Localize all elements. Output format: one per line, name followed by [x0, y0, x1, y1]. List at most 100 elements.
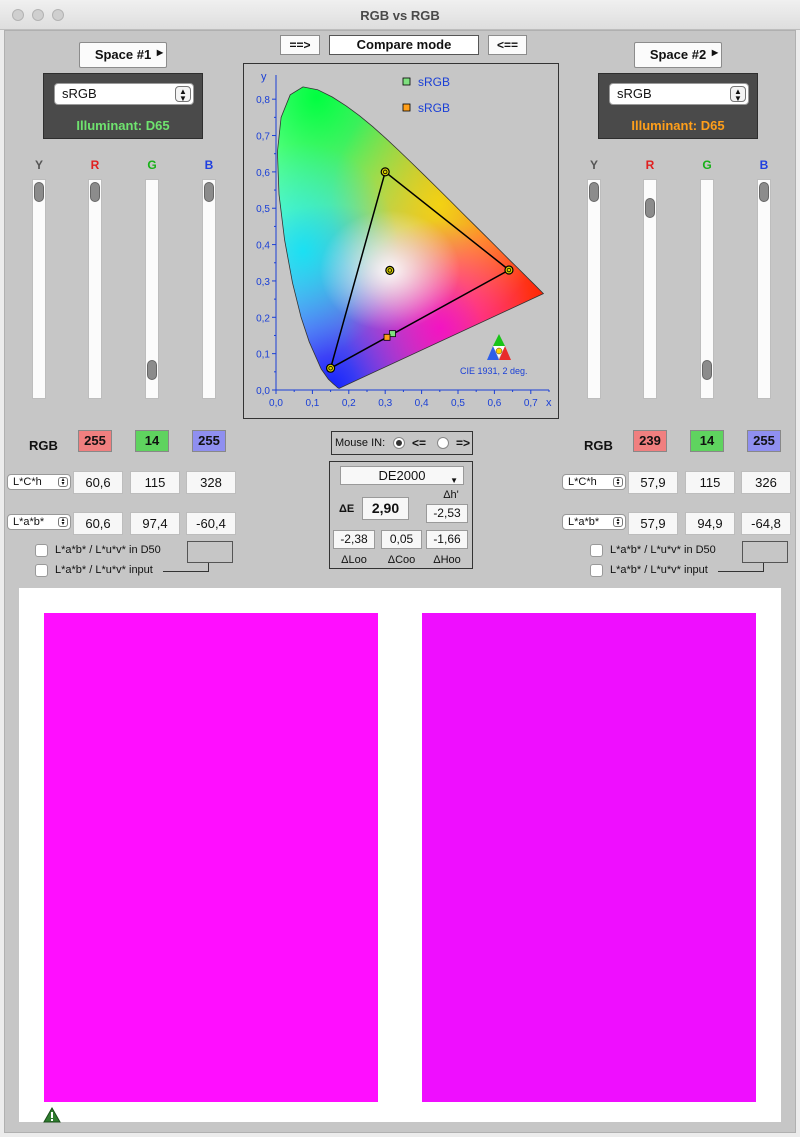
space2-slider-y[interactable]: [587, 179, 601, 399]
delta-l-label: ΔLoo: [341, 554, 367, 566]
x-tick-label: 0,1: [305, 398, 319, 409]
space2-input-box[interactable]: [742, 541, 788, 563]
slider-thumb[interactable]: [90, 182, 100, 202]
space1-lch-selector-value: L*C*h: [13, 476, 42, 488]
space1-slider-y[interactable]: [32, 179, 46, 399]
space2-slider-r[interactable]: [643, 179, 657, 399]
copy-right-button[interactable]: ==>: [280, 35, 320, 55]
warning-icon[interactable]: [43, 1107, 61, 1123]
space1-lab-selector[interactable]: L*a*b* ▴ ▾: [7, 514, 71, 530]
space2-slider-b[interactable]: [757, 179, 771, 399]
space1-lab-l[interactable]: 60,6: [73, 512, 123, 535]
x-tick-label: 0,0: [269, 398, 283, 409]
slider-thumb[interactable]: [589, 182, 599, 202]
delta-hoo-label: ΔHoo: [433, 554, 461, 566]
space1-r-value[interactable]: 255: [78, 430, 112, 452]
space2-profile-value: sRGB: [617, 86, 652, 101]
primary-point: [380, 167, 390, 177]
space1-input-box[interactable]: [187, 541, 233, 563]
space2-d50-label: L*a*b* / L*u*v* in D50: [610, 544, 716, 556]
space2-lab-b[interactable]: -64,8: [741, 512, 791, 535]
mouse-in-left-radio[interactable]: [393, 437, 405, 449]
space2-d50-checkbox[interactable]: [590, 544, 603, 557]
space1-lch-c[interactable]: 115: [130, 471, 180, 494]
space1-d50-checkbox[interactable]: [35, 544, 48, 557]
connector-line: [763, 563, 764, 572]
space1-profile-select[interactable]: sRGB ▲ ▼: [54, 83, 194, 105]
delta-l-value: -2,38: [333, 530, 375, 549]
delta-e-metric-select[interactable]: DE2000 ▼: [340, 466, 464, 485]
space2-lch-c[interactable]: 115: [685, 471, 735, 494]
space1-slider-g[interactable]: [145, 179, 159, 399]
space2-lab-selector[interactable]: L*a*b* ▴ ▾: [562, 514, 626, 530]
space2-input-label: L*a*b* / L*u*v* input: [610, 564, 708, 576]
chart-annotation: CIE 1931, 2 deg.: [460, 366, 528, 376]
space1-input-label: L*a*b* / L*u*v* input: [55, 564, 153, 576]
space2-lch-selector[interactable]: L*C*h ▴ ▾: [562, 474, 626, 490]
mouse-in-right-radio[interactable]: [437, 437, 449, 449]
delta-e-value: 2,90: [362, 497, 409, 520]
space1-lab-b[interactable]: -60,4: [186, 512, 236, 535]
spectral-locus-fill: [277, 86, 544, 389]
space2-lch-h[interactable]: 326: [741, 471, 791, 494]
space2-lch-l[interactable]: 57,9: [628, 471, 678, 494]
slider-thumb[interactable]: [645, 197, 655, 218]
space2-input-checkbox[interactable]: [590, 564, 603, 577]
delta-h-label: Δh': [443, 489, 459, 501]
connector-line: [718, 571, 764, 572]
slider-thumb[interactable]: [204, 182, 214, 202]
slider-thumb[interactable]: [147, 360, 157, 381]
compare-mode-label: Compare mode: [329, 35, 479, 55]
mouse-in-label: Mouse IN:: [335, 437, 386, 449]
space1-d50-label: L*a*b* / L*u*v* in D50: [55, 544, 161, 556]
space1-input-checkbox[interactable]: [35, 564, 48, 577]
space1-lab-a[interactable]: 97,4: [130, 512, 180, 535]
space1-slider-r[interactable]: [88, 179, 102, 399]
space1-rgb-label: RGB: [29, 438, 58, 453]
space1-label: Space #1: [94, 47, 152, 62]
space1-color-swatch: [44, 613, 378, 1102]
x-tick-label: 0,4: [415, 398, 429, 409]
color-triangle-icon: [487, 334, 511, 360]
space2-profile-select[interactable]: sRGB ▲ ▼: [609, 83, 749, 105]
space2-lab-a[interactable]: 94,9: [685, 512, 735, 535]
space1-button[interactable]: Space #1 ▶: [79, 42, 167, 68]
copy-left-button[interactable]: <==: [488, 35, 527, 55]
delta-e-metric-value: DE2000: [378, 468, 426, 483]
mouse-in-right-label: =>: [456, 436, 471, 450]
space2-lab-selector-value: L*a*b*: [568, 516, 600, 528]
slider-thumb[interactable]: [702, 360, 712, 381]
space1-lch-h[interactable]: 328: [186, 471, 236, 494]
x-tick-label: 0,6: [487, 398, 501, 409]
y-tick-label: 0,4: [256, 241, 270, 252]
x-tick-label: 0,3: [378, 398, 392, 409]
legend-label: sRGB: [418, 75, 450, 89]
mouse-in-left-label: <=: [412, 436, 427, 450]
space2-b-value[interactable]: 255: [747, 430, 781, 452]
space2-slider-g[interactable]: [700, 179, 714, 399]
space1-slider-b[interactable]: [202, 179, 216, 399]
space2-g-value[interactable]: 14: [690, 430, 724, 452]
space1-g-value[interactable]: 14: [135, 430, 169, 452]
y-tick-label: 0,1: [256, 350, 270, 361]
space2-rgb-label: RGB: [584, 438, 613, 453]
y-axis-label: y: [261, 71, 267, 83]
slider-thumb[interactable]: [759, 182, 769, 202]
slider-thumb[interactable]: [34, 182, 44, 202]
space1-panel: sRGB ▲ ▼ Illuminant: D65: [43, 73, 203, 139]
space1-channel-g-label: G: [147, 158, 157, 172]
space1-lch-l[interactable]: 60,6: [73, 471, 123, 494]
chevron-down-icon: ▼: [450, 476, 458, 485]
stepper-icon: ▴ ▾: [58, 517, 68, 527]
main-panel: Space #1 ▶ ==> Compare mode <== Space #2 ▶…: [4, 30, 796, 1133]
space1-lab-selector-value: L*a*b*: [13, 516, 45, 528]
connector-line: [163, 571, 209, 572]
space2-button[interactable]: Space #2 ▶: [634, 42, 722, 68]
x-tick-label: 0,2: [342, 398, 356, 409]
space1-lch-selector[interactable]: L*C*h ▴ ▾: [7, 474, 71, 490]
space2-r-value[interactable]: 239: [633, 430, 667, 452]
chromaticity-chart: 0,0 0,1 0,2 0,3 0,4 0,5 0,6 0,7 0,0 0,1 0,2 0,3 0,4 0…: [243, 63, 559, 419]
space2-lab-l[interactable]: 57,9: [628, 512, 678, 535]
sample-point: [383, 333, 391, 341]
space1-b-value[interactable]: 255: [192, 430, 226, 452]
